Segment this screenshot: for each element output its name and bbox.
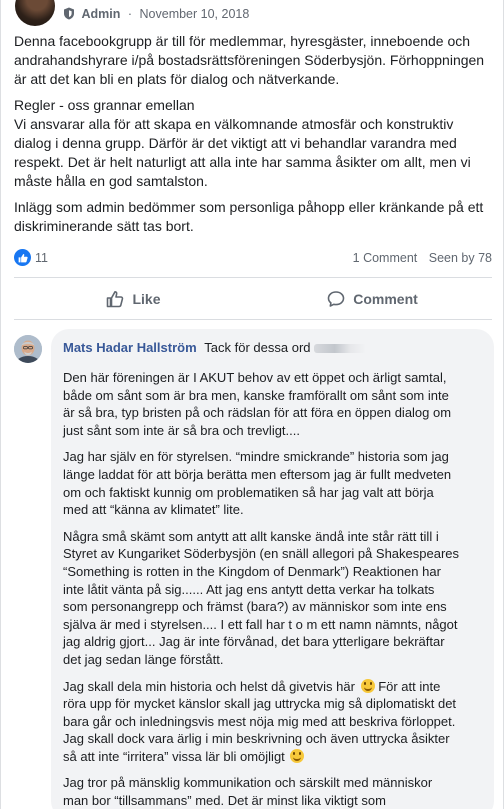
smiley-emoji-icon bbox=[360, 678, 375, 693]
comment-paragraph: Några små skämt som antytt att allt kans… bbox=[63, 528, 460, 667]
like-button-label: Like bbox=[132, 291, 161, 307]
comment-author-link[interactable]: Mats Hadar Hallström bbox=[63, 340, 197, 355]
comment-header: Mats Hadar Hallström Tack för dessa ord bbox=[63, 339, 482, 357]
smiley-emoji-icon bbox=[290, 748, 305, 763]
admin-shield-icon bbox=[63, 7, 75, 23]
thumbs-up-icon bbox=[107, 291, 124, 308]
admin-role-label: Admin bbox=[81, 7, 121, 21]
like-reaction-icon[interactable] bbox=[14, 249, 31, 266]
comment-first-line: Tack för dessa ord bbox=[204, 340, 311, 355]
group-post-card: Admin · November 10, 2018 Denna facebook… bbox=[0, 0, 504, 809]
post-body: Denna facebookgrupp är till för medlemma… bbox=[14, 32, 492, 236]
seen-by-link[interactable]: Seen by 78 bbox=[429, 251, 492, 265]
post-actions: Like Comment bbox=[14, 282, 492, 316]
divider bbox=[14, 277, 492, 278]
comment-paragraph: Jag tror på mänsklig kommunikation och s… bbox=[63, 775, 433, 809]
comment-count-link[interactable]: 1 Comment bbox=[353, 251, 418, 265]
meta-separator: · bbox=[127, 7, 133, 21]
post-date-link[interactable]: November 10, 2018 bbox=[140, 7, 250, 21]
commenter-avatar[interactable] bbox=[14, 335, 42, 363]
post-paragraph: Denna facebookgrupp är till för medlemma… bbox=[14, 33, 485, 87]
comment-button-label: Comment bbox=[353, 291, 418, 307]
comment-paragraph: Jag har själv en för styrelsen. “mindre … bbox=[63, 449, 452, 518]
reaction-count[interactable]: 11 bbox=[35, 251, 48, 265]
comment-paragraph: Den här föreningen är I AKUT behov av et… bbox=[63, 370, 452, 438]
post-paragraph: Inlägg som admin bedömmer som personliga… bbox=[14, 199, 484, 234]
comment-bubble: Mats Hadar Hallström Tack för dessa ord … bbox=[51, 329, 494, 809]
redacted-mention bbox=[314, 344, 367, 353]
comment-paragraph-with-emoji: Jag skall dela min historia och helst då… bbox=[63, 678, 461, 766]
post-stats-right: 1 Comment Seen by 78 bbox=[353, 251, 492, 265]
divider bbox=[14, 319, 492, 320]
post-header: Admin · November 10, 2018 bbox=[15, 0, 485, 26]
comment-button[interactable]: Comment bbox=[253, 282, 492, 316]
like-button[interactable]: Like bbox=[14, 282, 253, 316]
comment-text: Jag skall dela min historia och helst då… bbox=[63, 678, 355, 694]
comment-bubble-icon bbox=[327, 291, 345, 307]
post-meta: Admin · November 10, 2018 bbox=[63, 7, 249, 23]
author-avatar[interactable] bbox=[15, 0, 55, 26]
post-paragraph: Regler - oss grannar emellan Vi ansvarar… bbox=[14, 97, 471, 189]
post-stats-row: 11 1 Comment Seen by 78 bbox=[14, 249, 492, 267]
